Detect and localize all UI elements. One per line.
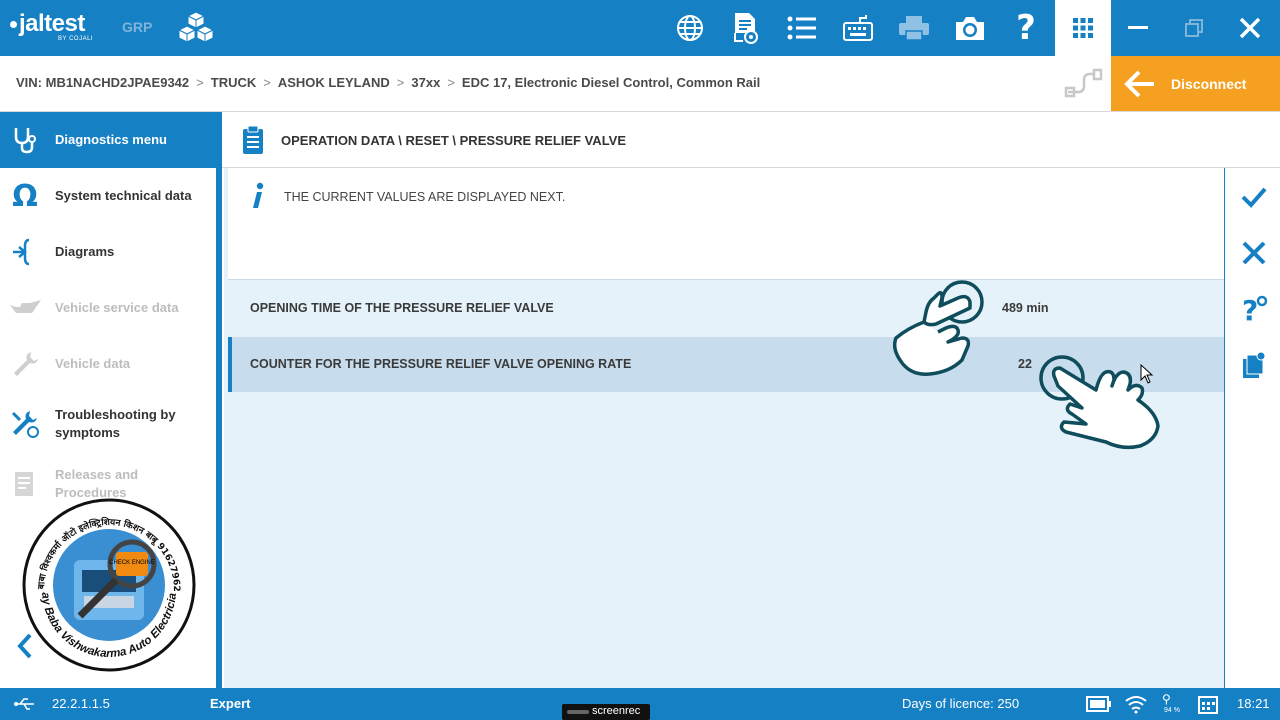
sidebar-item-vehicle-service-data[interactable]: Vehicle service data [0,280,216,336]
calendar-icon [1198,696,1218,714]
boxes-icon[interactable] [176,10,216,46]
cancel-button[interactable] [1237,236,1271,270]
disconnect-button[interactable]: Disconnect [1111,56,1280,111]
row-label: OPENING TIME OF THE PRESSURE RELIEF VALV… [250,301,554,315]
vin-label: VIN: MB1NACHD2JPAE9342 [16,75,190,90]
sidebar-item-vehicle-data[interactable]: Vehicle data [0,336,216,392]
breadcrumb-item[interactable]: ASHOK LEYLAND [278,75,390,90]
data-row[interactable]: OPENING TIME OF THE PRESSURE RELIEF VALV… [228,281,1224,336]
info-panel: THE CURRENT VALUES ARE DISPLAYED NEXT. [228,168,1224,280]
row-value: 22 [1018,357,1032,371]
arrow-left-icon [1124,70,1154,97]
printer-icon[interactable] [894,8,934,48]
sidebar-item-system-technical-data[interactable]: Ω System technical data [0,168,216,224]
restore-button[interactable] [1174,8,1214,48]
minimize-button[interactable] [1118,8,1158,48]
usb-icon [14,698,34,710]
stethoscope-icon [8,123,42,157]
svg-text:?: ? [1242,294,1258,324]
grid-icon [1073,18,1093,38]
breadcrumb-item[interactable]: 37xx [411,75,440,90]
wifi-icon [1125,696,1147,714]
list-icon[interactable] [782,8,822,48]
diagram-icon [8,235,42,269]
question-gear-icon: ? [1242,294,1268,324]
apps-grid-button[interactable] [1055,0,1111,56]
battery-icon [1086,696,1111,712]
breadcrumb: VIN: MB1NACHD2JPAE9342 > TRUCK > ASHOK LEYLA… [16,75,761,90]
releases-icon [8,467,42,501]
close-button[interactable] [1230,8,1270,48]
licence-label: Days of licence: 250 [902,696,1020,711]
screenrec-watermark: screenrec [562,704,650,720]
sidebar-item-diagrams[interactable]: Diagrams [0,224,216,280]
clipboard-icon [1243,351,1266,378]
omega-icon: Ω [12,178,38,214]
document-view-icon[interactable] [726,8,766,48]
signal-icon: ⚲ [1162,692,1171,706]
clock: 18:21 [1237,696,1270,711]
user-mode-label: Expert [210,696,251,711]
version-label: 22.2.1.1.5 [52,696,110,711]
jaltest-logo: jaltest BY COJALI [10,10,93,42]
wrench-icon [8,347,42,381]
breadcrumb-item[interactable]: TRUCK [211,75,257,90]
watermark-stamp-logo: CHECK ENGINE जय बाबा विश्वकर्मा ऑटो इलेक… [22,498,196,672]
oil-can-icon [8,291,42,325]
sidebar-item-troubleshooting[interactable]: Troubleshooting by symptoms [0,392,216,456]
globe-icon[interactable] [670,8,710,48]
camera-icon[interactable] [950,8,990,48]
keyboard-icon[interactable] [838,8,878,48]
help-button[interactable]: ? [1237,292,1271,326]
top-toolbar: jaltest BY COJALI GRP ? [0,0,1280,56]
info-icon [253,182,264,208]
report-button[interactable] [1237,348,1271,382]
breadcrumb-item[interactable]: EDC 17, Electronic Diesel Control, Commo… [462,75,760,90]
help-icon[interactable]: ? [1006,8,1046,48]
clipboard-icon [243,125,263,154]
confirm-button[interactable] [1237,180,1271,214]
grp-label: GRP [122,19,153,35]
operation-header: OPERATION DATA \ RESET \ PRESSURE RELIEF… [222,112,1280,168]
pointing-hand-icon [892,280,984,376]
info-message: THE CURRENT VALUES ARE DISPLAYED NEXT. [284,190,566,204]
x-icon [1242,241,1266,265]
connection-cable-icon [1064,68,1103,98]
check-icon [1241,187,1267,208]
row-value: 489 min [1002,301,1049,315]
stamp-badge: CHECK ENGINE [109,560,155,566]
row-label: COUNTER FOR THE PRESSURE RELIEF VALVE OP… [250,357,632,371]
sidebar-item-diagnostics-menu[interactable]: Diagnostics menu [0,112,216,168]
troubleshooting-icon [8,407,42,441]
action-bar: ? [1224,168,1280,688]
mouse-cursor-icon [1140,364,1154,384]
wifi-percent: 94 % [1164,707,1180,714]
page-title: OPERATION DATA \ RESET \ PRESSURE RELIEF… [281,133,627,148]
